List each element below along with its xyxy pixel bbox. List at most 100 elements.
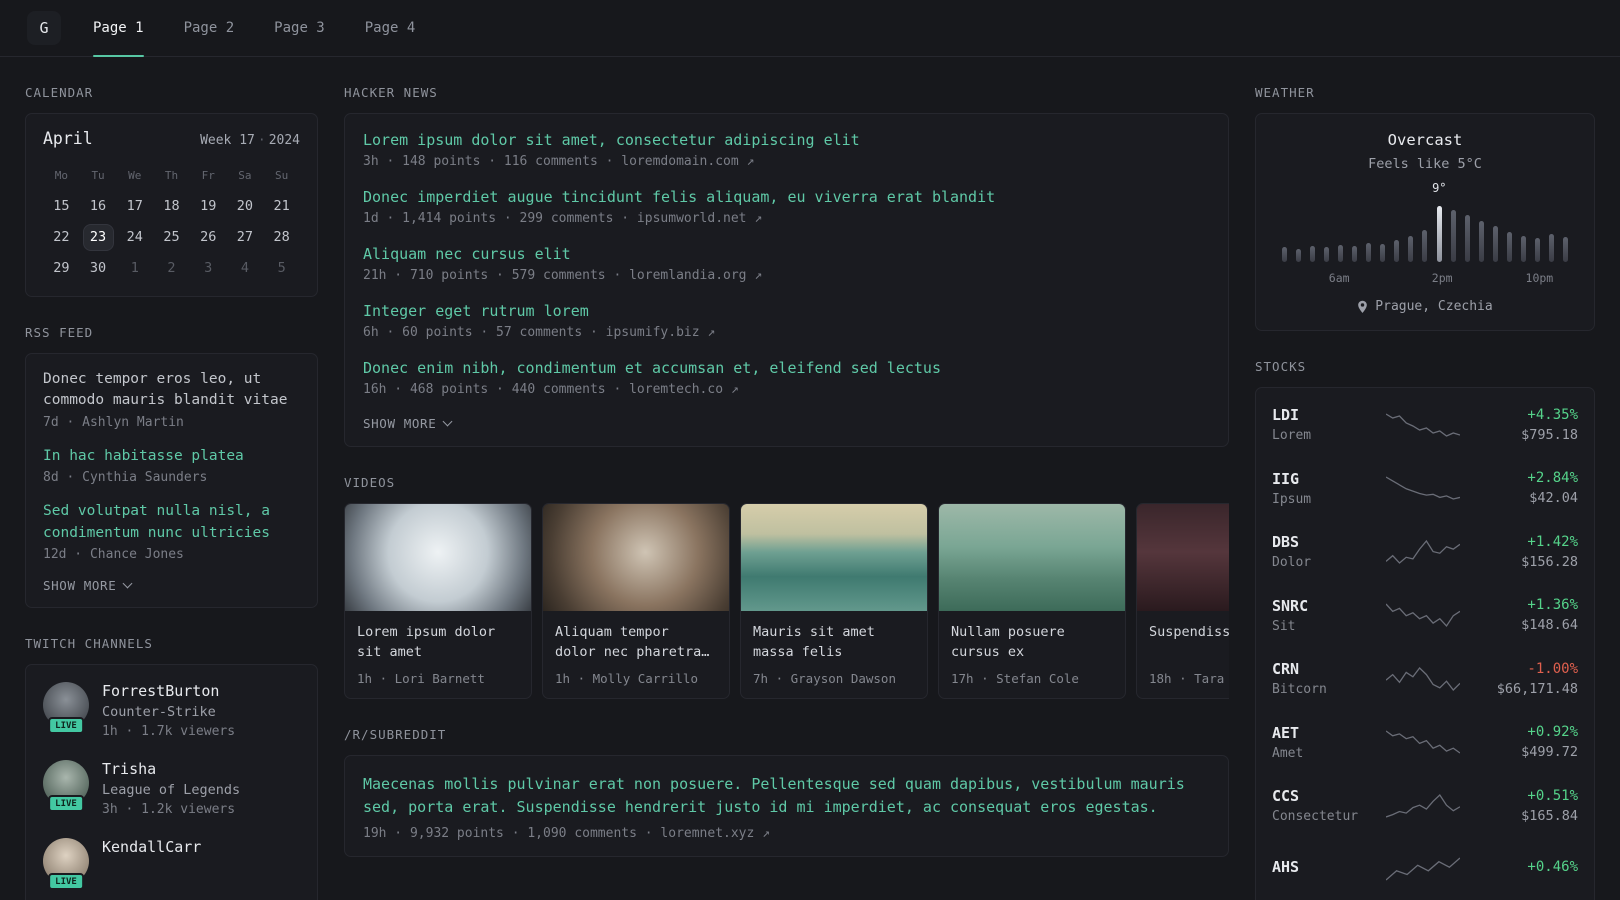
weather-condition: Overcast xyxy=(1387,131,1463,149)
stock-name: Lorem xyxy=(1272,428,1312,444)
calendar-weekday-label: We xyxy=(128,169,142,182)
left-column: CALENDAR April Week 17 · 2024 Mo Tu We Th Fr Sa… xyxy=(25,85,318,900)
twitch-channel-row[interactable]: LIVE ForrestBurton Counter-Strike 1h · 1.7k… xyxy=(43,682,300,739)
video-card[interactable]: Lorem ipsum dolor sit amet consectetu… 1h… xyxy=(344,503,532,699)
stock-price: $499.72 xyxy=(1521,744,1578,761)
tab-page-4[interactable]: Page 4 xyxy=(365,0,416,56)
stock-row[interactable]: DBS Dolor +1.42% $156.28 xyxy=(1272,520,1578,584)
twitch-channel-meta: 3h · 1.2k viewers xyxy=(102,802,236,818)
stock-row[interactable]: SNRC Sit +1.36% $148.64 xyxy=(1272,584,1578,648)
stock-sparkline xyxy=(1386,476,1460,500)
twitch-avatar-wrap: LIVE xyxy=(43,838,89,891)
video-card[interactable]: Suspendisse diam 18h · Tara xyxy=(1136,503,1229,699)
rss-item-title[interactable]: Sed volutpat nulla nisl, a condimentum n… xyxy=(43,501,300,544)
hackernews-item-title[interactable]: Donec imperdiet augue tincidunt felis al… xyxy=(363,188,1210,206)
app-logo[interactable]: G xyxy=(27,11,61,45)
twitch-channel-name[interactable]: ForrestBurton xyxy=(102,682,235,700)
twitch-section-title: TWITCH CHANNELS xyxy=(25,636,153,652)
stock-symbol: IIG xyxy=(1272,469,1300,488)
stock-symbol: AHS xyxy=(1272,858,1300,877)
video-card[interactable]: Mauris sit amet massa felis 7h · Grayson … xyxy=(740,503,928,699)
stock-row[interactable]: CCS Consectetur +0.51% $165.84 xyxy=(1272,774,1578,838)
subreddit-post-title[interactable]: Maecenas mollis pulvinar erat non posuer… xyxy=(363,773,1210,820)
twitch-channel-row[interactable]: LIVE Trisha League of Legends 3h · 1.2k vie… xyxy=(43,760,300,817)
hackernews-show-more-button[interactable]: SHOW MORE xyxy=(363,416,1210,431)
twitch-channel-name[interactable]: Trisha xyxy=(102,760,240,778)
stock-row[interactable]: AHS +0.46% xyxy=(1272,838,1578,900)
tab-page-3[interactable]: Page 3 xyxy=(274,0,325,56)
video-title[interactable]: Aliquam tempor dolor nec pharetra… xyxy=(555,622,717,662)
calendar-day: 30 xyxy=(89,260,107,276)
hackernews-item-title[interactable]: Aliquam nec cursus elit xyxy=(363,245,1210,263)
stock-sparkline xyxy=(1386,857,1460,881)
stock-change: +0.46% xyxy=(1527,859,1578,876)
weather-hour-bar xyxy=(1324,247,1330,262)
rss-section-title: RSS FEED xyxy=(25,325,94,340)
stock-change: +1.36% xyxy=(1527,597,1578,614)
calendar-day: 21 xyxy=(273,198,290,214)
hackernews-item-title[interactable]: Lorem ipsum dolor sit amet, consectetur … xyxy=(363,131,1210,149)
weather-hour-bar xyxy=(1394,239,1400,262)
rss-item-title[interactable]: Donec tempor eros leo, ut commodo mauris… xyxy=(43,369,300,412)
rss-item: Donec tempor eros leo, ut commodo mauris… xyxy=(43,369,300,430)
video-title[interactable]: Nullam posuere cursus ex xyxy=(951,622,1113,662)
hackernews-item-meta: 1d · 1,414 points · 299 comments · ipsum… xyxy=(363,211,763,226)
hackernews-list: Lorem ipsum dolor sit amet, consectetur … xyxy=(363,131,1210,397)
stock-row[interactable]: IIG Ipsum +2.84% $42.04 xyxy=(1272,457,1578,521)
weather-hour-bar xyxy=(1296,248,1302,262)
weather-hour-bar xyxy=(1548,234,1554,262)
rss-card: Donec tempor eros leo, ut commodo mauris… xyxy=(25,353,318,609)
stock-change: +0.92% xyxy=(1527,724,1578,741)
rss-show-more-button[interactable]: SHOW MORE xyxy=(43,578,300,593)
video-thumbnail xyxy=(741,504,927,611)
hackernews-item-title[interactable]: Integer eget rutrum lorem xyxy=(363,302,1210,320)
stock-symbol: SNRC xyxy=(1272,596,1309,615)
page-tabs: Page 1 Page 2 Page 3 Page 4 xyxy=(93,0,455,57)
rss-item-meta: 8d · Cynthia Saunders xyxy=(43,470,208,486)
rss-item-title[interactable]: In hac habitasse platea xyxy=(43,446,300,467)
rss-list: Donec tempor eros leo, ut commodo mauris… xyxy=(43,369,300,562)
calendar-day: 1 xyxy=(130,260,139,276)
stock-name: Bitcorn xyxy=(1272,682,1327,698)
stock-values: +2.84% $42.04 xyxy=(1478,470,1578,506)
video-card[interactable]: Aliquam tempor dolor nec pharetra… 1h · M… xyxy=(542,503,730,699)
stock-identity: AHS xyxy=(1272,858,1368,880)
stock-change: +1.42% xyxy=(1527,533,1578,550)
live-badge: LIVE xyxy=(48,717,84,735)
hackernews-item-title[interactable]: Donec enim nibh, condimentum et accumsan… xyxy=(363,359,1210,377)
twitch-channel-row[interactable]: LIVE KendallCarr xyxy=(43,838,300,891)
video-title[interactable]: Lorem ipsum dolor sit amet consectetu… xyxy=(357,622,519,662)
weather-hour-bar xyxy=(1352,246,1358,262)
calendar-week-label: Week 17 xyxy=(200,133,255,148)
twitch-channel-info: ForrestBurton Counter-Strike 1h · 1.7k vie… xyxy=(102,682,235,739)
right-column: WEATHER Overcast Feels like 5°C 9° 6am 2p… xyxy=(1255,85,1595,900)
rss-item: Sed volutpat nulla nisl, a condimentum n… xyxy=(43,501,300,562)
calendar-card: April Week 17 · 2024 Mo Tu We Th Fr Sa Su 15 16 17 1… xyxy=(25,113,318,297)
weather-hour-bar xyxy=(1520,236,1526,262)
calendar-header: April Week 17 · 2024 xyxy=(43,129,300,148)
weather-hour-bar xyxy=(1534,238,1540,262)
twitch-channel-meta: 1h · 1.7k viewers xyxy=(102,724,236,740)
calendar-day: 5 xyxy=(277,260,286,276)
rss-item: In hac habitasse platea 8d · Cynthia Saun… xyxy=(43,446,300,485)
stock-sparkline xyxy=(1386,666,1460,691)
show-more-label: SHOW MORE xyxy=(43,578,117,594)
chevron-down-icon xyxy=(442,416,453,427)
tab-page-2[interactable]: Page 2 xyxy=(184,0,235,56)
video-title[interactable]: Mauris sit amet massa felis xyxy=(753,622,915,662)
video-title[interactable]: Suspendisse diam xyxy=(1149,622,1229,662)
stock-row[interactable]: LDI Lorem +4.35% $795.18 xyxy=(1272,393,1578,457)
stock-name: Sit xyxy=(1272,618,1296,634)
stock-row[interactable]: CRN Bitcorn -1.00% $66,171.48 xyxy=(1272,647,1578,711)
stock-values: +1.36% $148.64 xyxy=(1478,597,1578,633)
calendar-weekday-label: Su xyxy=(275,169,289,182)
tab-page-1[interactable]: Page 1 xyxy=(93,0,144,57)
video-card[interactable]: Nullam posuere cursus ex 17h · Stefan Col… xyxy=(938,503,1126,699)
stock-sparkline-wrap xyxy=(1368,412,1478,438)
stocks-card: LDI Lorem +4.35% $795.18 IIG Ipsum +2.84% $42.0… xyxy=(1255,387,1595,900)
calendar-day: 27 xyxy=(236,229,254,245)
twitch-channel-name[interactable]: KendallCarr xyxy=(102,838,201,856)
stock-change: -1.00% xyxy=(1527,660,1578,677)
stock-row[interactable]: AET Amet +0.92% $499.72 xyxy=(1272,711,1578,775)
stock-symbol: CCS xyxy=(1272,787,1300,806)
